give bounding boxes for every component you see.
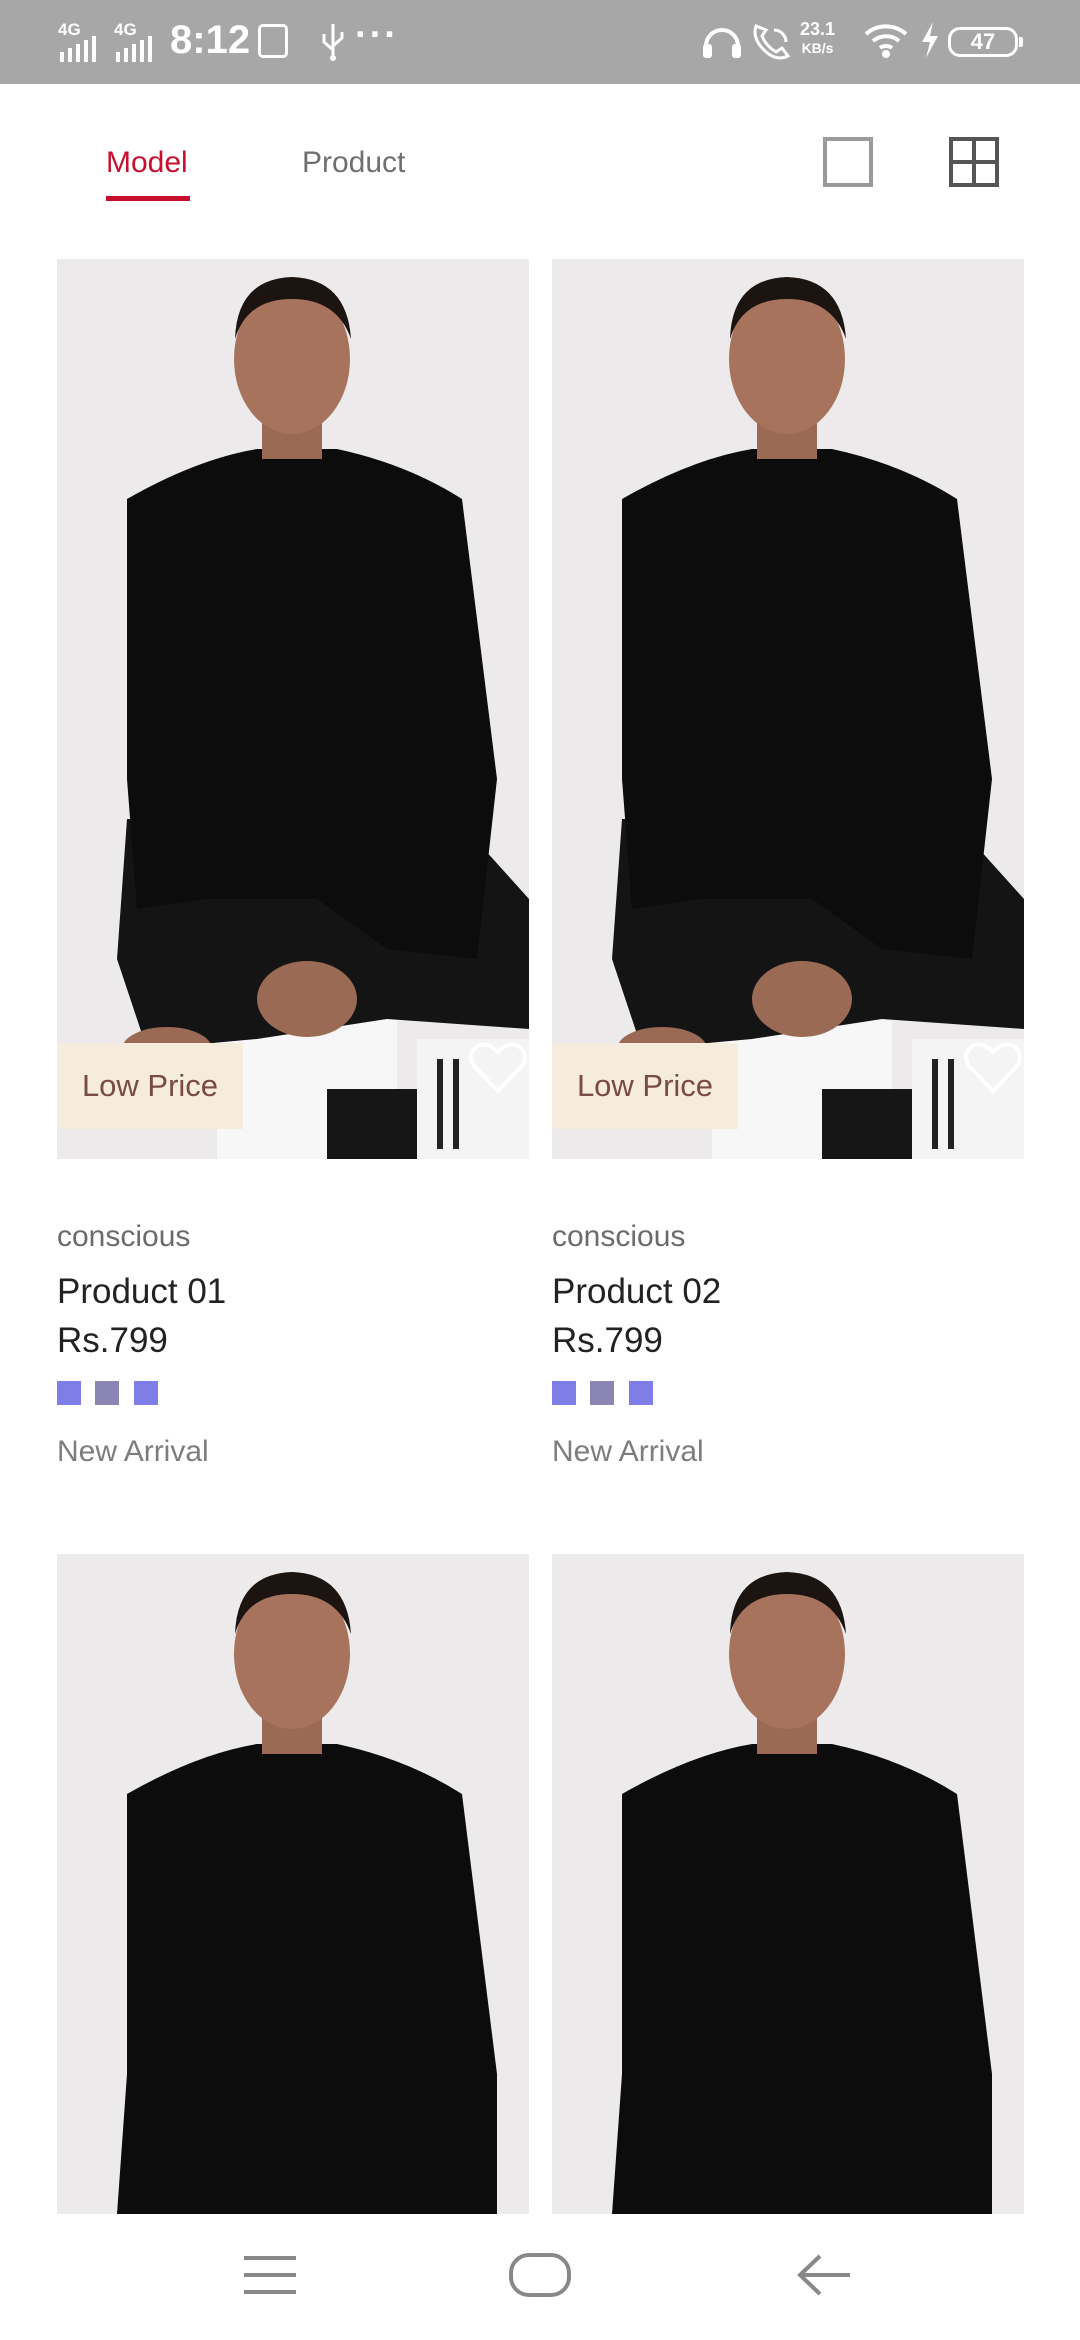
battery-icon: 47 <box>948 27 1023 57</box>
grid-view-icon[interactable] <box>948 136 1000 188</box>
color-swatch[interactable] <box>590 1381 614 1405</box>
tab-model[interactable]: Model <box>106 146 188 180</box>
home-icon[interactable] <box>508 2252 572 2298</box>
color-swatch[interactable] <box>134 1381 158 1405</box>
color-swatch[interactable] <box>57 1381 81 1405</box>
product-name[interactable]: Product 02 <box>552 1272 721 1312</box>
new-arrival-label: New Arrival <box>552 1435 704 1468</box>
low-price-badge: Low Price <box>57 1043 243 1129</box>
network-speed: 23.1 KB/s <box>800 20 835 58</box>
app-notification-icon <box>258 24 288 58</box>
back-icon[interactable] <box>796 2252 852 2298</box>
active-tab-indicator <box>106 196 190 201</box>
status-bar: 4G 4G 8:12 ··· 23.1 KB/s 47 <box>0 0 1080 84</box>
navigation-bar <box>0 2214 1080 2340</box>
new-arrival-label: New Arrival <box>57 1435 209 1468</box>
single-view-icon[interactable] <box>822 136 874 188</box>
more-notifications-icon: ··· <box>355 14 399 56</box>
speed-unit: KB/s <box>801 40 834 56</box>
product-brand: conscious <box>57 1220 191 1253</box>
product-price: Rs.799 <box>57 1321 168 1360</box>
color-swatch[interactable] <box>629 1381 653 1405</box>
headset-icon <box>703 28 741 58</box>
product-image[interactable] <box>57 1554 529 2214</box>
wifi-call-icon <box>753 24 791 60</box>
product-image[interactable] <box>552 1554 1024 2214</box>
product-name[interactable]: Product 01 <box>57 1272 226 1312</box>
product-image[interactable]: Low Price <box>552 259 1024 1159</box>
usb-icon <box>322 24 344 61</box>
color-swatch[interactable] <box>95 1381 119 1405</box>
product-brand: conscious <box>552 1220 686 1253</box>
tab-product[interactable]: Product <box>302 146 405 180</box>
menu-icon[interactable] <box>242 2254 298 2296</box>
charging-icon <box>922 22 938 58</box>
color-swatch[interactable] <box>552 1381 576 1405</box>
speed-value: 23.1 <box>800 19 836 39</box>
wifi-icon <box>864 24 908 58</box>
clock: 8:12 <box>170 18 251 62</box>
product-image[interactable]: Low Price <box>57 259 529 1159</box>
heart-icon[interactable] <box>467 1037 529 1099</box>
low-price-badge: Low Price <box>552 1043 738 1129</box>
product-price: Rs.799 <box>552 1321 663 1360</box>
heart-icon[interactable] <box>962 1037 1024 1099</box>
